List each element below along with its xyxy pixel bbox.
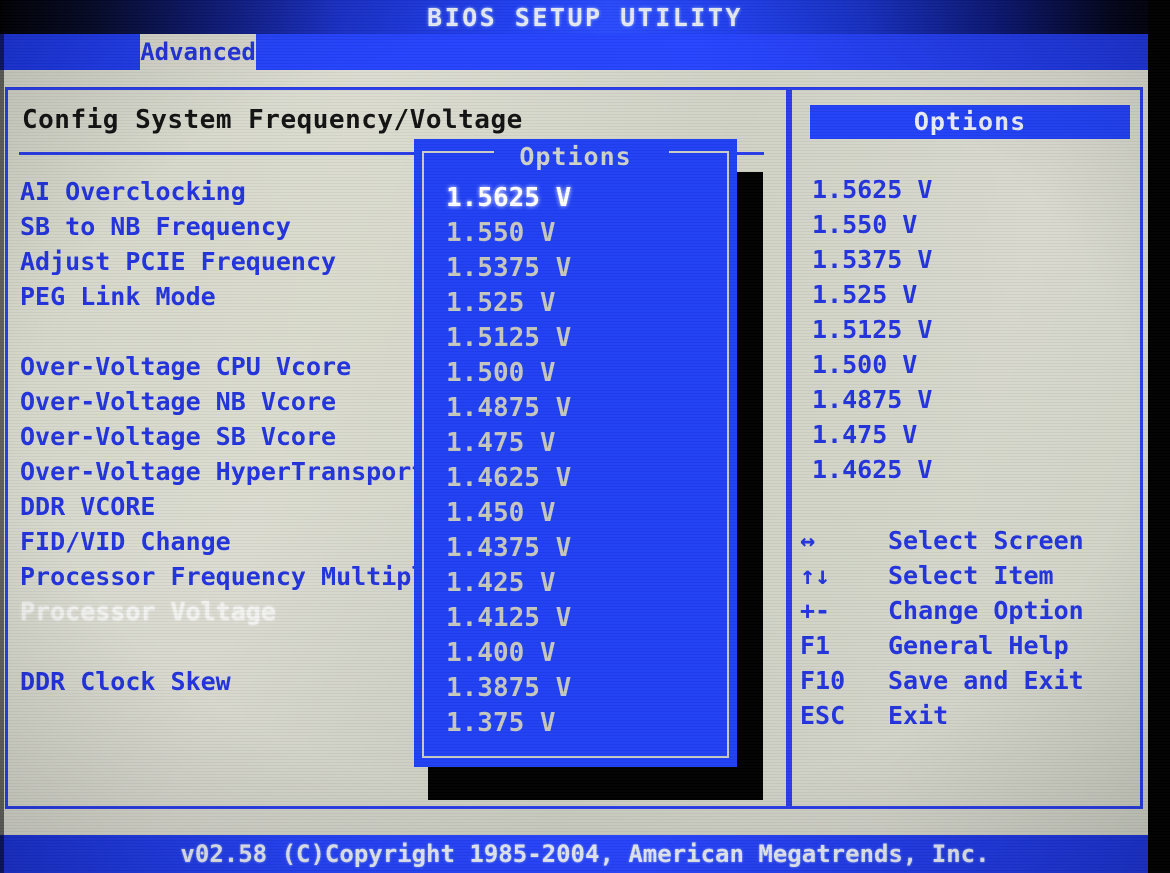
bios-setup-screen: BIOS SETUP UTILITY Advanced Config Syste… bbox=[0, 0, 1170, 873]
options-dialog-item[interactable]: 1.4875 V bbox=[446, 391, 723, 426]
copyright-text: v02.58 (C)Copyright 1985-2004, American … bbox=[180, 840, 990, 868]
options-dialog-item[interactable]: 1.550 V bbox=[446, 216, 723, 251]
screen-right-bezel bbox=[1148, 0, 1170, 873]
options-dialog-item[interactable]: 1.475 V bbox=[446, 426, 723, 461]
options-panel-header: Options bbox=[810, 105, 1130, 139]
help-row-general-help: F1 General Help bbox=[800, 628, 1140, 663]
options-dialog-item[interactable]: 1.5375 V bbox=[446, 251, 723, 286]
plus-minus-icon: +- bbox=[800, 596, 831, 625]
help-label-select-item: Select Item bbox=[888, 561, 1054, 590]
options-dialog-item[interactable]: 1.4125 V bbox=[446, 601, 723, 636]
menu-bar: Advanced bbox=[0, 34, 1170, 70]
f1-key-label: F1 bbox=[800, 631, 831, 660]
footer-bar: v02.58 (C)Copyright 1985-2004, American … bbox=[0, 835, 1170, 873]
help-row-save-and-exit: F10 Save and Exit bbox=[800, 663, 1140, 698]
options-panel-value: 1.5625 V bbox=[812, 175, 933, 204]
options-dialog-item[interactable]: 1.375 V bbox=[446, 706, 723, 741]
options-panel-value: 1.5375 V bbox=[812, 245, 933, 274]
options-dialog-item[interactable]: 1.500 V bbox=[446, 356, 723, 391]
menu-underline bbox=[0, 70, 1170, 87]
options-panel-value: 1.4875 V bbox=[812, 385, 933, 414]
help-label-select-screen: Select Screen bbox=[888, 526, 1084, 555]
options-panel-value: 1.500 V bbox=[812, 350, 918, 379]
options-dialog-item[interactable]: 1.400 V bbox=[446, 636, 723, 671]
options-dialog-item[interactable]: 1.425 V bbox=[446, 566, 723, 601]
options-dialog-title: Options bbox=[519, 142, 632, 171]
options-panel-value: 1.475 V bbox=[812, 420, 918, 449]
options-dialog-item[interactable]: 1.4625 V bbox=[446, 461, 723, 496]
options-panel-value: 1.525 V bbox=[812, 280, 918, 309]
options-dialog-item[interactable]: 1.3875 V bbox=[446, 671, 723, 706]
options-panel-header-label: Options bbox=[913, 107, 1027, 136]
help-row-exit: ESC Exit bbox=[800, 698, 1140, 733]
help-label-general-help: General Help bbox=[888, 631, 1069, 660]
options-panel-value: 1.5125 V bbox=[812, 315, 933, 344]
esc-key-label: ESC bbox=[800, 701, 846, 730]
help-label-save-and-exit: Save and Exit bbox=[888, 666, 1084, 695]
keyboard-help-legend: ↔ Select Screen ↑↓ Select Item +- Change… bbox=[800, 523, 1140, 733]
options-dialog-item[interactable]: 1.4375 V bbox=[446, 531, 723, 566]
options-panel-value-list: 1.5625 V 1.550 V 1.5375 V 1.525 V 1.5125… bbox=[812, 172, 1132, 487]
help-label-change-option: Change Option bbox=[888, 596, 1084, 625]
options-dialog-item[interactable]: 1.450 V bbox=[446, 496, 723, 531]
page-title: BIOS SETUP UTILITY bbox=[427, 3, 743, 32]
options-dialog[interactable]: Options 1.5625 V 1.550 V 1.5375 V 1.525 … bbox=[414, 139, 737, 767]
left-right-arrow-icon: ↔ bbox=[800, 526, 816, 555]
title-bar: BIOS SETUP UTILITY bbox=[0, 0, 1170, 34]
help-row-select-screen: ↔ Select Screen bbox=[800, 523, 1140, 558]
options-dialog-item[interactable]: 1.525 V bbox=[446, 286, 723, 321]
options-dialog-item[interactable]: 1.5625 V bbox=[446, 181, 723, 216]
tab-advanced[interactable]: Advanced bbox=[140, 34, 256, 70]
up-down-arrow-icon: ↑↓ bbox=[800, 561, 831, 590]
options-panel-value: 1.550 V bbox=[812, 210, 918, 239]
options-dialog-list: 1.5625 V 1.550 V 1.5375 V 1.525 V 1.5125… bbox=[446, 181, 723, 741]
footer-gap bbox=[0, 809, 1170, 835]
screen-left-bezel bbox=[0, 0, 4, 873]
options-panel-value: 1.4625 V bbox=[812, 455, 933, 484]
help-row-select-item: ↑↓ Select Item bbox=[800, 558, 1140, 593]
options-dialog-item[interactable]: 1.5125 V bbox=[446, 321, 723, 356]
f10-key-label: F10 bbox=[800, 666, 846, 695]
help-label-exit: Exit bbox=[888, 701, 949, 730]
section-title: Config System Frequency/Voltage bbox=[22, 105, 523, 135]
help-row-change-option: +- Change Option bbox=[800, 593, 1140, 628]
